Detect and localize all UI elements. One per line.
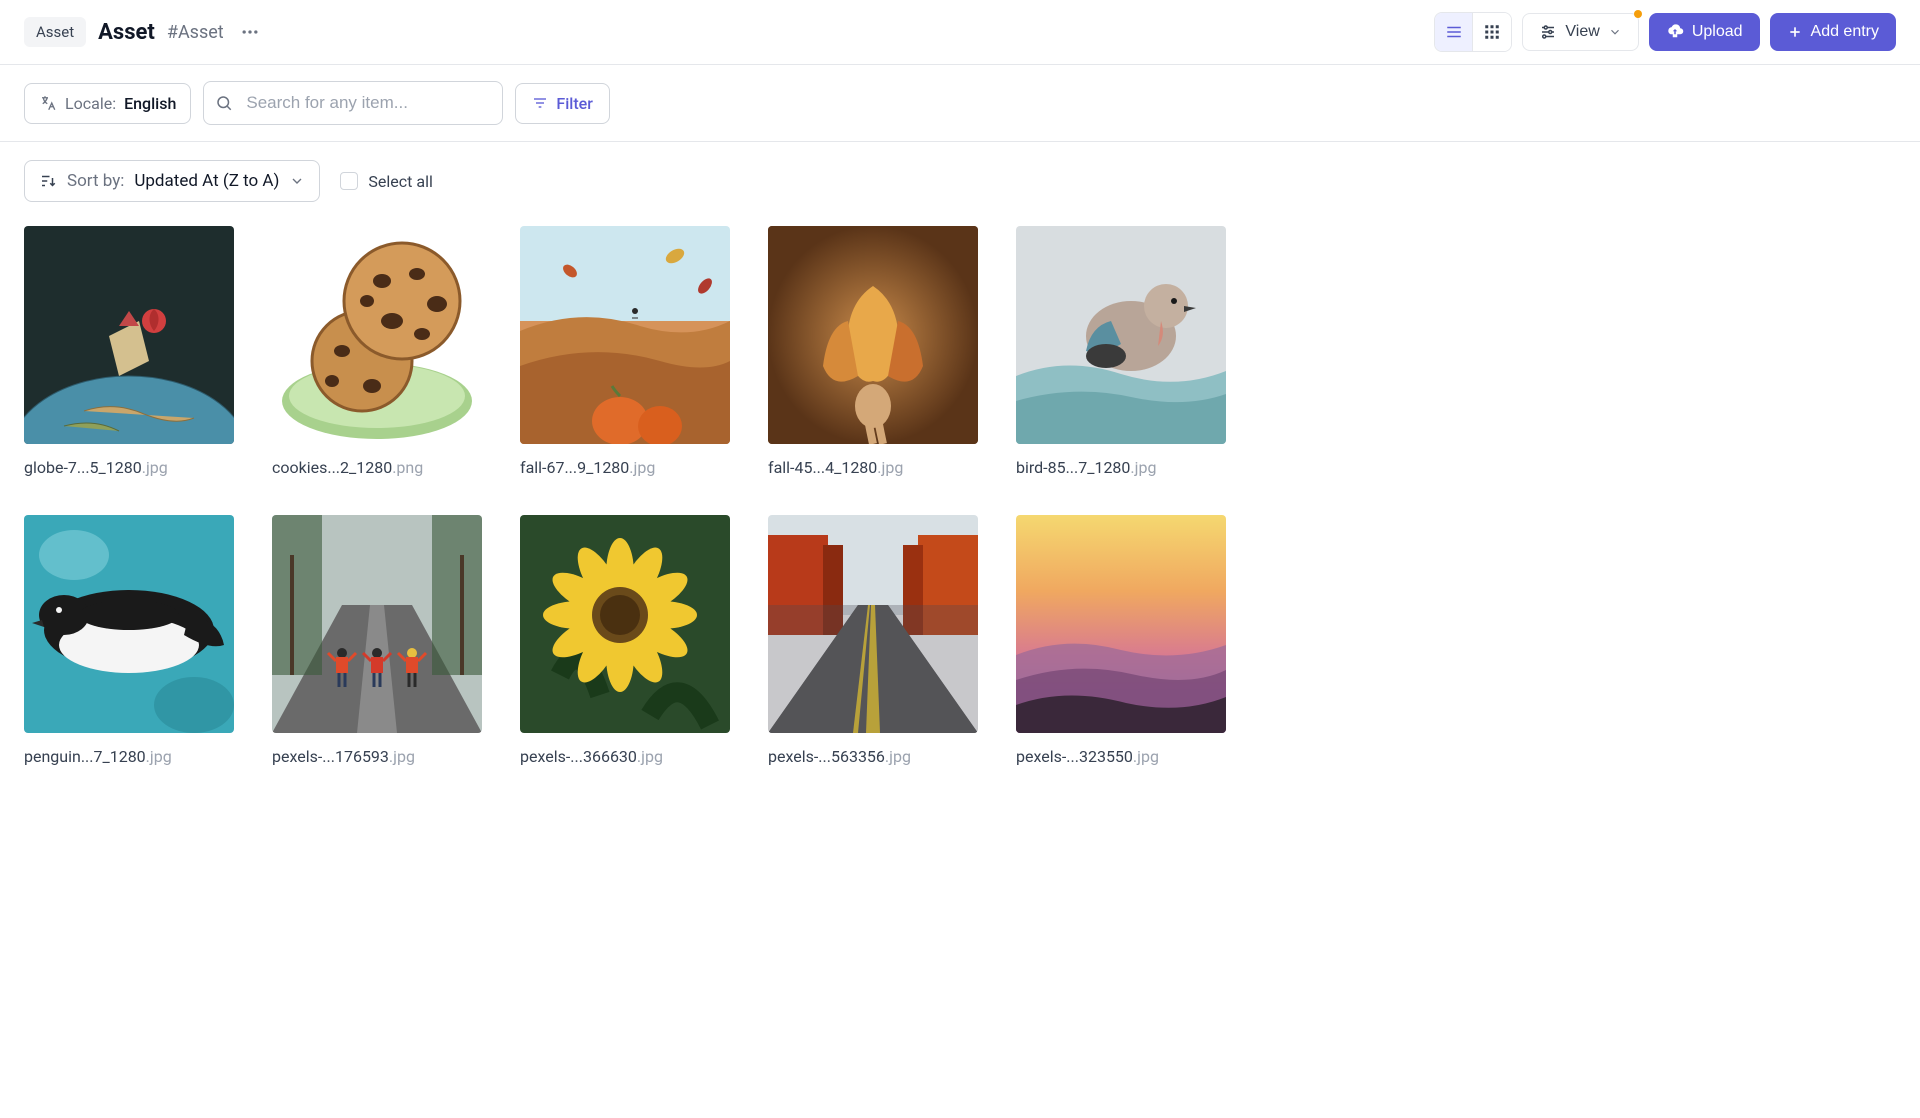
filter-icon — [532, 95, 548, 111]
asset-thumbnail — [24, 226, 234, 444]
breadcrumb-tag[interactable]: Asset — [24, 17, 86, 47]
page-hash: #Asset — [167, 22, 224, 43]
filter-button[interactable]: Filter — [515, 83, 610, 124]
asset-filename: fall-45...4_1280.jpg — [768, 458, 978, 477]
locale-value: English — [124, 94, 176, 113]
locale-button[interactable]: Locale: English — [24, 83, 191, 124]
asset-card[interactable]: cookies...2_1280.png — [272, 226, 482, 477]
asset-filename: globe-7...5_1280.jpg — [24, 458, 234, 477]
asset-thumbnail — [520, 515, 730, 733]
sort-bar: Sort by: Updated At (Z to A) Select all — [0, 142, 1920, 210]
asset-grid: globe-7...5_1280.jpg cookies...2_1280.pn… — [0, 210, 1920, 782]
search-wrap — [203, 81, 503, 125]
asset-thumbnail — [520, 226, 730, 444]
asset-filename: penguin...7_1280.jpg — [24, 747, 234, 766]
list-icon — [1445, 23, 1463, 41]
asset-filename: cookies...2_1280.png — [272, 458, 482, 477]
asset-card[interactable]: pexels-...323550.jpg — [1016, 515, 1226, 766]
filter-label: Filter — [556, 94, 593, 113]
cloud-upload-icon — [1666, 23, 1684, 41]
upload-label: Upload — [1692, 23, 1743, 41]
asset-card[interactable]: globe-7...5_1280.jpg — [24, 226, 234, 477]
grid-icon — [1483, 23, 1501, 41]
sort-value: Updated At (Z to A) — [134, 171, 279, 191]
chevron-down-icon — [1608, 25, 1622, 39]
asset-card[interactable]: pexels-...366630.jpg — [520, 515, 730, 766]
asset-card[interactable]: pexels-...176593.jpg — [272, 515, 482, 766]
checkbox-icon — [340, 172, 358, 190]
asset-card[interactable]: pexels-...563356.jpg — [768, 515, 978, 766]
filter-bar: Locale: English Filter — [0, 65, 1920, 142]
header-left: Asset Asset #Asset — [24, 17, 264, 47]
asset-filename: fall-67...9_1280.jpg — [520, 458, 730, 477]
header: Asset Asset #Asset View Upload Add — [0, 0, 1920, 65]
sort-icon — [39, 172, 57, 190]
page-title: Asset — [98, 20, 155, 45]
sort-label: Sort by: — [67, 171, 124, 191]
asset-thumbnail — [768, 226, 978, 444]
upload-button[interactable]: Upload — [1649, 13, 1760, 51]
view-label: View — [1565, 23, 1599, 41]
asset-thumbnail — [1016, 226, 1226, 444]
asset-card[interactable]: bird-85...7_1280.jpg — [1016, 226, 1226, 477]
grid-view-button[interactable] — [1473, 13, 1511, 51]
locale-label: Locale: — [65, 94, 116, 113]
list-view-button[interactable] — [1435, 13, 1473, 51]
notification-dot — [1634, 10, 1642, 18]
asset-thumbnail — [24, 515, 234, 733]
asset-thumbnail — [768, 515, 978, 733]
add-entry-button[interactable]: Add entry — [1770, 13, 1896, 51]
asset-thumbnail — [1016, 515, 1226, 733]
translate-icon — [39, 94, 57, 112]
plus-icon — [1787, 24, 1803, 40]
select-all-label: Select all — [368, 172, 432, 191]
sort-button[interactable]: Sort by: Updated At (Z to A) — [24, 160, 320, 202]
asset-card[interactable]: penguin...7_1280.jpg — [24, 515, 234, 766]
asset-filename: pexels-...323550.jpg — [1016, 747, 1226, 766]
search-input[interactable] — [203, 81, 503, 125]
sliders-icon — [1539, 23, 1557, 41]
asset-thumbnail — [272, 226, 482, 444]
asset-thumbnail — [272, 515, 482, 733]
asset-filename: pexels-...563356.jpg — [768, 747, 978, 766]
more-icon[interactable] — [236, 18, 264, 46]
add-entry-label: Add entry — [1811, 23, 1879, 41]
search-icon — [215, 94, 233, 112]
header-right: View Upload Add entry — [1434, 12, 1896, 52]
asset-filename: bird-85...7_1280.jpg — [1016, 458, 1226, 477]
asset-filename: pexels-...366630.jpg — [520, 747, 730, 766]
view-button[interactable]: View — [1522, 13, 1638, 51]
chevron-down-icon — [289, 173, 305, 189]
select-all-checkbox[interactable]: Select all — [340, 172, 432, 191]
asset-card[interactable]: fall-67...9_1280.jpg — [520, 226, 730, 477]
asset-filename: pexels-...176593.jpg — [272, 747, 482, 766]
asset-card[interactable]: fall-45...4_1280.jpg — [768, 226, 978, 477]
view-toggle-group — [1434, 12, 1512, 52]
